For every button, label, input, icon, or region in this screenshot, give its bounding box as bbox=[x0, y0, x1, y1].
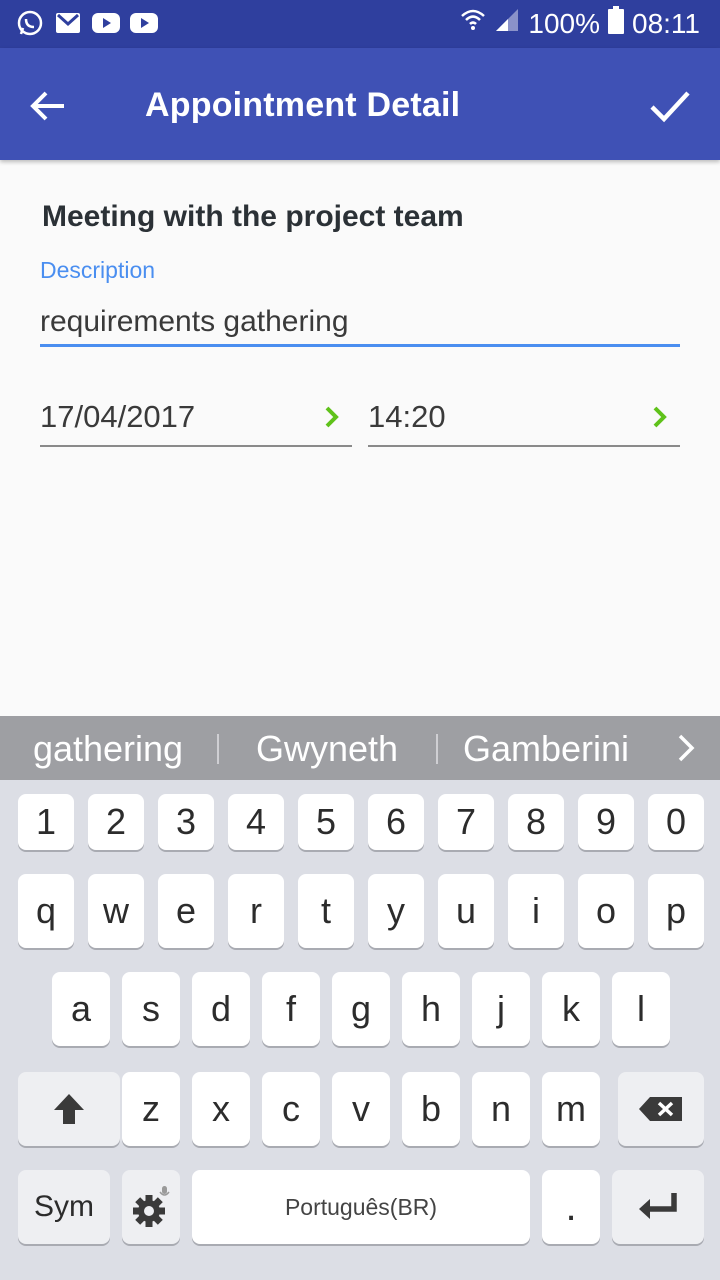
signal-icon bbox=[494, 7, 520, 40]
settings-key[interactable] bbox=[122, 1170, 180, 1244]
key-2[interactable]: 2 bbox=[88, 794, 144, 850]
key-w[interactable]: w bbox=[88, 874, 144, 948]
shift-key[interactable] bbox=[18, 1072, 120, 1146]
appointment-form: Meeting with the project team Descriptio… bbox=[0, 160, 720, 716]
battery-percent: 100% bbox=[528, 7, 600, 39]
key-m[interactable]: m bbox=[542, 1072, 600, 1146]
description-label: Description bbox=[40, 257, 156, 283]
key-e[interactable]: e bbox=[158, 874, 214, 948]
key-5[interactable]: 5 bbox=[298, 794, 354, 850]
key-4[interactable]: 4 bbox=[228, 794, 284, 850]
date-picker[interactable]: 17/04/2017 bbox=[40, 385, 352, 447]
back-button[interactable] bbox=[20, 78, 76, 134]
key-z[interactable]: z bbox=[122, 1072, 180, 1146]
key-j[interactable]: j bbox=[472, 972, 530, 1046]
key-q[interactable]: q bbox=[18, 874, 74, 948]
description-input[interactable] bbox=[40, 300, 680, 347]
key-x[interactable]: x bbox=[192, 1072, 250, 1146]
space-key[interactable]: Português(BR) bbox=[192, 1170, 530, 1244]
whatsapp-icon bbox=[16, 9, 44, 37]
key-g[interactable]: g bbox=[332, 972, 390, 1046]
key-a[interactable]: a bbox=[52, 972, 110, 1046]
enter-key[interactable] bbox=[612, 1170, 704, 1244]
system-status: 100% 08:11 bbox=[460, 6, 700, 41]
date-value: 17/04/2017 bbox=[40, 399, 196, 434]
notification-icons bbox=[16, 9, 158, 37]
key-r[interactable]: r bbox=[228, 874, 284, 948]
suggestion[interactable]: Gwyneth bbox=[237, 728, 417, 770]
divider bbox=[436, 734, 438, 764]
key-d[interactable]: d bbox=[192, 972, 250, 1046]
key-n[interactable]: n bbox=[472, 1072, 530, 1146]
arrow-left-icon bbox=[30, 91, 64, 121]
chevron-right-icon[interactable] bbox=[676, 732, 698, 764]
suggestion-bar: gathering Gwyneth Gamberini bbox=[0, 716, 720, 780]
wifi-icon bbox=[460, 7, 486, 40]
gear-icon bbox=[133, 1186, 170, 1227]
chevron-right-icon bbox=[325, 406, 339, 428]
backspace-icon bbox=[639, 1097, 682, 1121]
key-v[interactable]: v bbox=[332, 1072, 390, 1146]
key-0[interactable]: 0 bbox=[648, 794, 704, 850]
enter-icon bbox=[639, 1193, 677, 1219]
youtube-icon bbox=[130, 9, 158, 37]
key-u[interactable]: u bbox=[438, 874, 494, 948]
confirm-button[interactable] bbox=[642, 78, 698, 134]
key-o[interactable]: o bbox=[578, 874, 634, 948]
key-t[interactable]: t bbox=[298, 874, 354, 948]
suggestion[interactable]: gathering bbox=[18, 728, 198, 770]
shift-arrow-icon bbox=[54, 1094, 84, 1124]
key-8[interactable]: 8 bbox=[508, 794, 564, 850]
key-6[interactable]: 6 bbox=[368, 794, 424, 850]
sym-key[interactable]: Sym bbox=[18, 1170, 110, 1244]
divider bbox=[217, 734, 219, 764]
key-c[interactable]: c bbox=[262, 1072, 320, 1146]
youtube-icon bbox=[92, 9, 120, 37]
key-7[interactable]: 7 bbox=[438, 794, 494, 850]
time-value: 14:20 bbox=[368, 399, 446, 434]
time-picker[interactable]: 14:20 bbox=[368, 385, 680, 447]
soft-keyboard: gathering Gwyneth Gamberini 1234567890 q… bbox=[0, 716, 720, 1280]
key-i[interactable]: i bbox=[508, 874, 564, 948]
key-b[interactable]: b bbox=[402, 1072, 460, 1146]
battery-icon bbox=[608, 6, 624, 41]
key-s[interactable]: s bbox=[122, 972, 180, 1046]
page-title: Appointment Detail bbox=[145, 86, 461, 124]
key-h[interactable]: h bbox=[402, 972, 460, 1046]
period-key[interactable]: . bbox=[542, 1170, 600, 1244]
suggestion[interactable]: Gamberini bbox=[456, 728, 636, 770]
key-3[interactable]: 3 bbox=[158, 794, 214, 850]
key-1[interactable]: 1 bbox=[18, 794, 74, 850]
app-bar: Appointment Detail bbox=[0, 48, 720, 160]
key-f[interactable]: f bbox=[262, 972, 320, 1046]
status-bar: 100% 08:11 bbox=[0, 0, 720, 48]
key-y[interactable]: y bbox=[368, 874, 424, 948]
key-l[interactable]: l bbox=[612, 972, 670, 1046]
microphone-icon bbox=[159, 1186, 170, 1196]
chevron-right-icon bbox=[653, 406, 667, 428]
key-k[interactable]: k bbox=[542, 972, 600, 1046]
backspace-key[interactable] bbox=[618, 1072, 704, 1146]
checkmark-icon bbox=[650, 91, 690, 123]
gmail-icon bbox=[54, 9, 82, 37]
appointment-title: Meeting with the project team bbox=[42, 200, 464, 233]
key-9[interactable]: 9 bbox=[578, 794, 634, 850]
clock: 08:11 bbox=[632, 7, 700, 39]
key-p[interactable]: p bbox=[648, 874, 704, 948]
